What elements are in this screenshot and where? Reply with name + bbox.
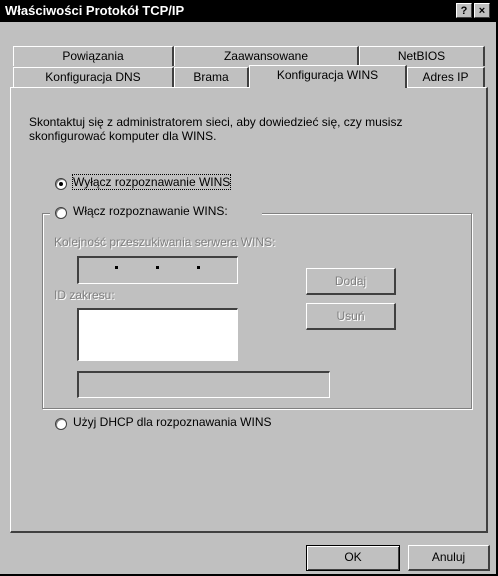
- tab-powiazania[interactable]: Powiązania: [13, 46, 174, 66]
- tab-konfiguracja-dns[interactable]: Konfiguracja DNS: [13, 67, 174, 87]
- scope-id-field: [77, 371, 330, 398]
- tab-zaawansowane[interactable]: Zaawansowane: [174, 46, 359, 66]
- tab-adres-ip[interactable]: Adres IP: [407, 67, 485, 87]
- scope-id-label: ID zakresu:: [54, 288, 115, 302]
- disable-wins-label[interactable]: Wyłącz rozpoznawanie WINS: [71, 174, 232, 190]
- cancel-button[interactable]: Anuluj: [408, 545, 490, 571]
- ok-button[interactable]: OK: [306, 545, 400, 571]
- info-text-line-1: Skontaktuj się z administratorem sieci, …: [29, 115, 403, 129]
- use-dhcp-radio[interactable]: [55, 418, 67, 430]
- wins-server-ip-field: [77, 256, 238, 284]
- tcpip-properties-dialog: Właściwości Protokół TCP/IP ? × Powiązan…: [0, 0, 498, 576]
- enable-wins-radio[interactable]: [55, 207, 67, 219]
- add-button: Dodaj: [306, 268, 396, 295]
- ip-dot-1: [115, 266, 118, 269]
- disable-wins-radio[interactable]: [55, 178, 67, 190]
- close-button[interactable]: ×: [474, 3, 490, 18]
- search-order-label: Kolejność przeszukiwania serwera WINS:: [54, 235, 276, 249]
- ip-dot-3: [197, 266, 200, 269]
- info-text-line-2: skonfigurować komputer dla WINS.: [29, 129, 217, 143]
- help-button[interactable]: ?: [456, 3, 472, 18]
- tab-brama[interactable]: Brama: [174, 67, 249, 87]
- wins-server-list: [77, 308, 238, 361]
- remove-button: Usuń: [306, 303, 396, 330]
- tab-netbios[interactable]: NetBIOS: [359, 46, 485, 66]
- ip-dot-2: [156, 266, 159, 269]
- window-title: Właściwości Protokół TCP/IP: [5, 3, 185, 18]
- title-bar[interactable]: Właściwości Protokół TCP/IP ? ×: [0, 0, 496, 22]
- enable-wins-label[interactable]: Włącz rozpoznawanie WINS:: [73, 204, 228, 218]
- tab-konfiguracja-wins[interactable]: Konfiguracja WINS: [249, 65, 407, 88]
- use-dhcp-label[interactable]: Użyj DHCP dla rozpoznawania WINS: [73, 415, 272, 429]
